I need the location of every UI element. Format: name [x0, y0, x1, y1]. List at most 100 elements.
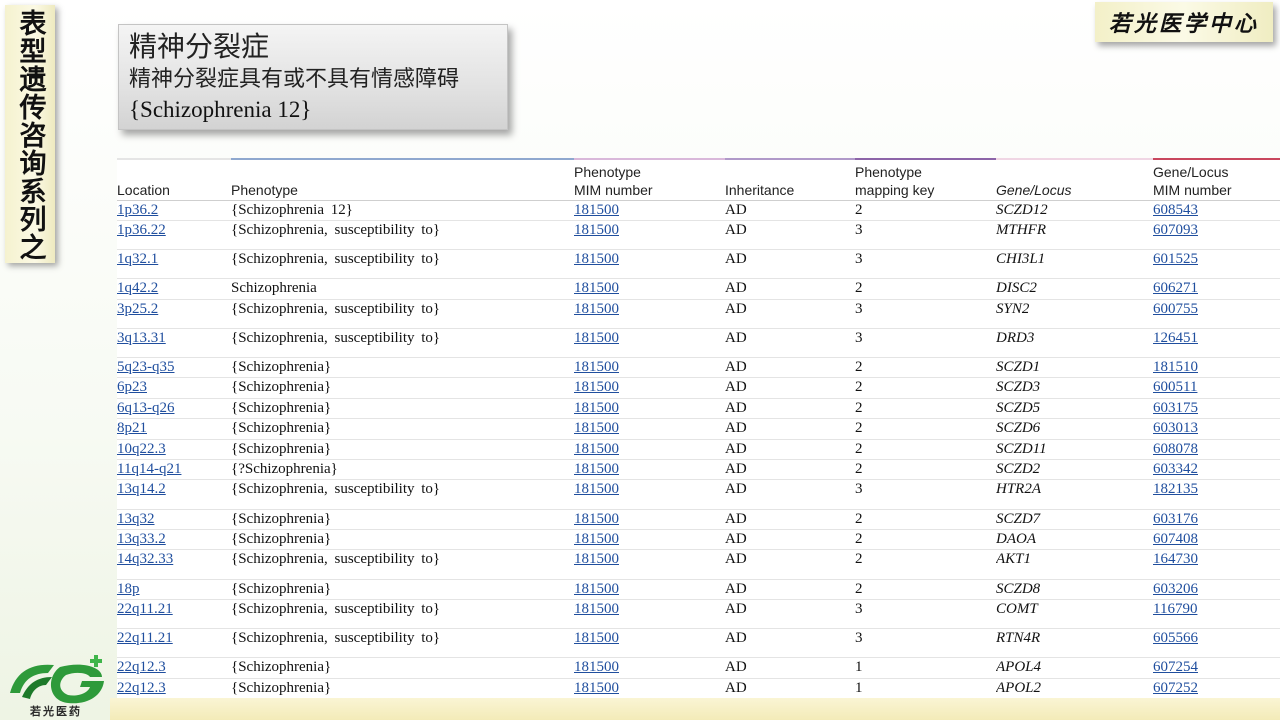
gene-mim-link[interactable]: 607093 [1153, 222, 1198, 238]
location-link[interactable]: 11q14-q21 [117, 461, 181, 477]
phenotype-mim-link[interactable]: 181500 [574, 379, 619, 395]
phenotype-mim-link[interactable]: 181500 [574, 280, 619, 296]
phenotype-mim-cell: 181500 [574, 529, 725, 551]
gene-locus-cell: SCZD1 [996, 357, 1153, 379]
gene-mim-link[interactable]: 126451 [1153, 330, 1198, 346]
inheritance-cell: AD [725, 657, 855, 679]
gene-mim-link[interactable]: 607254 [1153, 659, 1198, 675]
table-row: 6p23 {Schizophrenia} 181500 AD 2 SCZD3 600511 [117, 377, 1280, 399]
location-link[interactable]: 1p36.2 [117, 202, 158, 218]
phenotype-mim-link[interactable]: 181500 [574, 601, 619, 617]
phenotype-mim-link[interactable]: 181500 [574, 420, 619, 436]
gene-mim-cell: 603176 [1153, 509, 1280, 530]
location-link[interactable]: 6q13-q26 [117, 400, 175, 416]
gene-mim-link[interactable]: 603342 [1153, 461, 1198, 477]
location-link[interactable]: 22q11.21 [117, 630, 173, 646]
table-row: 1p36.22 {Schizophrenia, susceptibility to… [117, 220, 1280, 251]
inheritance-cell: AD [725, 278, 855, 300]
location-link[interactable]: 3q13.31 [117, 330, 166, 346]
phenotype-mim-link[interactable]: 181500 [574, 441, 619, 457]
gene-mim-link[interactable]: 600511 [1153, 379, 1197, 395]
location-cell: 11q14-q21 [117, 459, 231, 481]
phenotype-mim-link[interactable]: 181500 [574, 461, 619, 477]
gene-mim-link[interactable]: 164730 [1153, 551, 1198, 567]
location-link[interactable]: 14q32.33 [117, 551, 173, 567]
location-link[interactable]: 3p25.2 [117, 301, 158, 317]
location-link[interactable]: 13q33.2 [117, 531, 166, 547]
inheritance-cell: AD [725, 398, 855, 420]
phenotype-mim-link[interactable]: 181500 [574, 531, 619, 547]
gene-mim-link[interactable]: 116790 [1153, 601, 1197, 617]
gene-mim-link[interactable]: 601525 [1153, 251, 1198, 267]
phenotype-mim-link[interactable]: 181500 [574, 202, 619, 218]
phenotype-cell: {Schizophrenia} [231, 579, 574, 600]
gene-mim-link[interactable]: 605566 [1153, 630, 1198, 646]
phenotype-mim-link[interactable]: 181500 [574, 481, 619, 497]
table-row: 22q12.3 {Schizophrenia} 181500 AD 1 APOL4 6072… [117, 657, 1280, 679]
location-link[interactable]: 18p [117, 581, 140, 597]
gene-mim-cell: 603175 [1153, 398, 1280, 420]
location-link[interactable]: 5q23-q35 [117, 359, 175, 375]
gene-mim-link[interactable]: 608078 [1153, 441, 1198, 457]
location-link[interactable]: 6p23 [117, 379, 147, 395]
inheritance-cell: AD [725, 418, 855, 440]
inheritance-cell: AD [725, 579, 855, 600]
gene-mim-link[interactable]: 181510 [1153, 359, 1198, 375]
location-link[interactable]: 22q12.3 [117, 680, 166, 696]
phenotype-mim-cell: 181500 [574, 377, 725, 399]
gene-mim-link[interactable]: 600755 [1153, 301, 1198, 317]
gene-locus-cell: SCZD12 [996, 200, 1153, 221]
gene-mim-link[interactable]: 608543 [1153, 202, 1198, 218]
phenotype-cell: {Schizophrenia} [231, 398, 574, 420]
location-link[interactable]: 13q14.2 [117, 481, 166, 497]
location-link[interactable]: 10q22.3 [117, 441, 166, 457]
location-link[interactable]: 22q12.3 [117, 659, 166, 675]
location-link[interactable]: 1q32.1 [117, 251, 158, 267]
table-row: 22q12.3 {Schizophrenia} 181500 AD 1 APOL2 6072… [117, 678, 1280, 700]
mapping-key-cell: 2 [855, 357, 996, 379]
phenotype-mim-cell: 181500 [574, 479, 725, 510]
logo-caption: 若光医药 [30, 705, 82, 718]
mapping-key-cell: 2 [855, 200, 996, 221]
location-cell: 8p21 [117, 418, 231, 440]
phenotype-mim-link[interactable]: 181500 [574, 400, 619, 416]
location-link[interactable]: 22q11.21 [117, 601, 173, 617]
gene-mim-cell: 603013 [1153, 418, 1280, 440]
location-cell: 18p [117, 579, 231, 600]
phenotype-mim-link[interactable]: 181500 [574, 630, 619, 646]
gene-mim-cell: 607254 [1153, 657, 1280, 679]
phenotype-mim-link[interactable]: 181500 [574, 330, 619, 346]
gene-mim-link[interactable]: 603206 [1153, 581, 1198, 597]
location-link[interactable]: 8p21 [117, 420, 147, 436]
gene-mim-link[interactable]: 603013 [1153, 420, 1198, 436]
phenotype-cell: {Schizophrenia} [231, 357, 574, 379]
gene-mim-cell: 603342 [1153, 459, 1280, 481]
location-link[interactable]: 1q42.2 [117, 280, 158, 296]
phenotype-mim-link[interactable]: 181500 [574, 680, 619, 696]
phenotype-mim-link[interactable]: 181500 [574, 511, 619, 527]
gene-mim-link[interactable]: 182135 [1153, 481, 1198, 497]
gene-mim-cell: 181510 [1153, 357, 1280, 379]
location-link[interactable]: 13q32 [117, 511, 155, 527]
gene-mim-link[interactable]: 603175 [1153, 400, 1198, 416]
phenotype-mim-link[interactable]: 181500 [574, 659, 619, 675]
phenotype-mim-cell: 181500 [574, 220, 725, 251]
gene-locus-cell: HTR2A [996, 479, 1153, 510]
phenotype-mim-link[interactable]: 181500 [574, 301, 619, 317]
location-link[interactable]: 1p36.22 [117, 222, 166, 238]
inheritance-cell: AD [725, 377, 855, 399]
inheritance-cell: AD [725, 200, 855, 221]
gene-mim-link[interactable]: 607252 [1153, 680, 1198, 696]
phenotype-mim-link[interactable]: 181500 [574, 581, 619, 597]
phenotype-mim-link[interactable]: 181500 [574, 222, 619, 238]
phenotype-mim-link[interactable]: 181500 [574, 251, 619, 267]
phenotype-mim-link[interactable]: 181500 [574, 551, 619, 567]
gene-mim-cell: 600511 [1153, 377, 1280, 399]
gene-mim-link[interactable]: 603176 [1153, 511, 1198, 527]
gene-mim-link[interactable]: 607408 [1153, 531, 1198, 547]
gene-locus-cell: DAOA [996, 529, 1153, 551]
phenotype-mim-link[interactable]: 181500 [574, 359, 619, 375]
location-cell: 6p23 [117, 377, 231, 399]
gene-mim-link[interactable]: 606271 [1153, 280, 1198, 296]
series-banner: 表型遗传咨询系列之 [5, 5, 55, 263]
